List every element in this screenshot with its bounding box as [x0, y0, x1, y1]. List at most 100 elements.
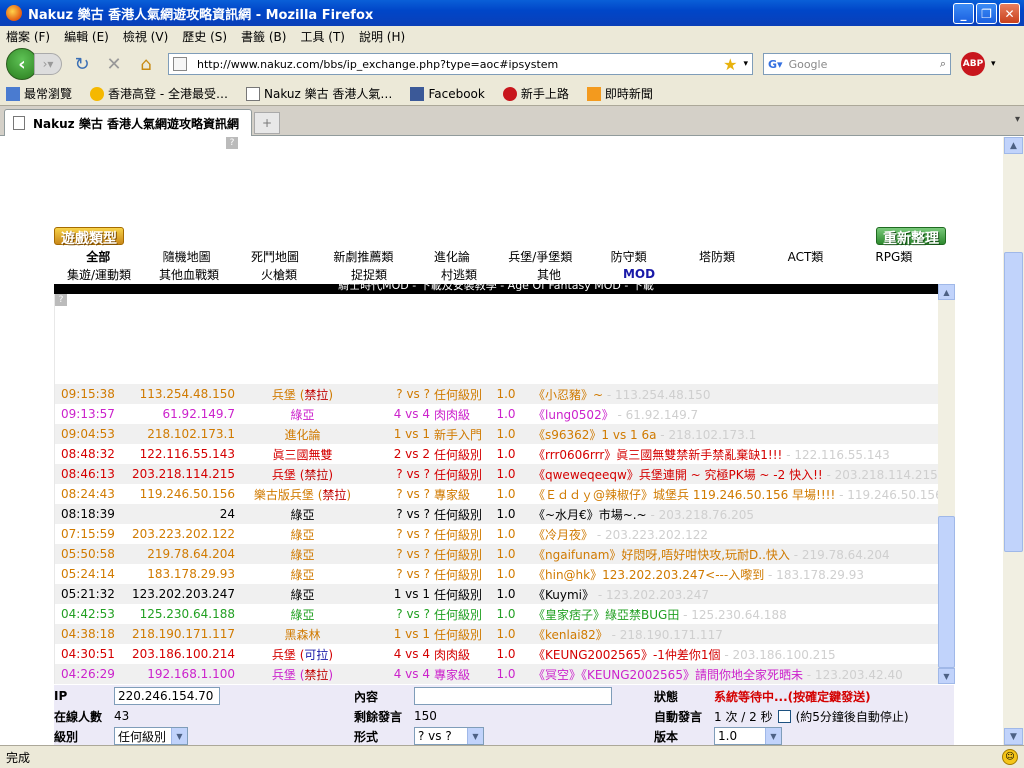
format-select[interactable]: ? vs ? ▼	[414, 727, 484, 745]
ip-input[interactable]: 220.246.154.70	[114, 687, 220, 705]
category-evolution[interactable]: 進化論	[408, 248, 496, 265]
auto-checkbox[interactable]	[777, 709, 791, 723]
room-message[interactable]: 《~水月€》市場~.~ - 203.218.76.205	[527, 506, 938, 523]
menu-history[interactable]: 歷史 (S)	[182, 28, 227, 45]
room-message[interactable]: 《qweweqeeqw》兵堡連開 ~ 究極PK場 ~ -2 快入!! - 203…	[527, 466, 938, 483]
search-box[interactable]: G▾ Google ⌕	[763, 53, 951, 75]
bookmark-most-visited[interactable]: 最常瀏覽	[6, 85, 72, 102]
category-all[interactable]: 全部	[54, 248, 142, 265]
room-message[interactable]: 《lung0502》 - 61.92.149.7	[527, 406, 938, 423]
room-row[interactable]: 08:18:39 24 綠亞 ? vs ? 任何級別 1.0 《~水月€》市場~.~ - 2…	[55, 504, 938, 524]
minimize-button[interactable]: _	[953, 3, 974, 24]
frame-scrollbar[interactable]: ▲ ▼	[938, 284, 955, 684]
room-vs: 1 vs 1	[393, 587, 430, 601]
scroll-down-icon[interactable]: ▼	[938, 668, 955, 684]
room-row[interactable]: 08:46:13 203.218.114.215 兵堡 (禁拉) ? vs ? 任何級別…	[55, 464, 938, 484]
abp-dropdown-icon[interactable]: ▾	[991, 59, 996, 69]
room-row[interactable]: 05:50:58 219.78.64.204 綠亞 ? vs ? 任何級別 1.0 《nga…	[55, 544, 938, 564]
category-new-recommended[interactable]: 新劇推薦類	[319, 248, 407, 265]
category-act[interactable]: ACT類	[761, 248, 849, 265]
room-message[interactable]: 《rrr0606rrr》眞三國無雙禁新手禁亂棄缺1!!! - 122.116.5…	[527, 446, 938, 463]
close-button[interactable]: ✕	[999, 3, 1020, 24]
menu-help[interactable]: 說明 (H)	[359, 28, 405, 45]
room-message[interactable]: 《小忍豬》~ - 113.254.48.150	[527, 386, 938, 403]
category-other-battle[interactable]: 其他血戰類	[144, 266, 234, 283]
category-mod[interactable]: MOD	[594, 267, 684, 281]
level-select[interactable]: 任何級別 ▼	[114, 727, 188, 745]
bookmark-getting-started[interactable]: 新手上路	[502, 85, 569, 102]
room-row[interactable]: 08:24:43 119.246.50.156 樂古版兵堡 (禁拉) ? vs ? 專家…	[55, 484, 938, 504]
menu-view[interactable]: 檢視 (V)	[123, 28, 168, 45]
mod-marquee[interactable]: 騎士時代MOD - 下載及安裝教學 - Age Of Fantasy MOD -…	[54, 284, 938, 294]
bookmark-nakuz[interactable]: Nakuz 樂古 香港人氣…	[245, 85, 392, 102]
maximize-button[interactable]: ❐	[976, 3, 997, 24]
menu-bookmarks[interactable]: 書籤 (B)	[241, 28, 286, 45]
room-message[interactable]: 《ngaifunam》好悶呀,唔好咁快攻,玩耐D..快入 - 219.78.64…	[527, 546, 938, 563]
room-message[interactable]: 《KEUNG2002565》-1仲差你1個 - 203.186.100.215	[527, 646, 938, 663]
bookmark-facebook[interactable]: Facebook	[410, 86, 485, 101]
refresh-button[interactable]: 重新整理	[876, 227, 946, 247]
menu-edit[interactable]: 編輯 (E)	[64, 28, 109, 45]
room-message[interactable]: 《Kuymi》 - 123.202.203.247	[527, 586, 938, 603]
content-input[interactable]	[414, 687, 612, 705]
tab-list-icon[interactable]: ▾	[1015, 114, 1020, 125]
category-catch[interactable]: 捉捉類	[324, 266, 414, 283]
menu-file[interactable]: 檔案 (F)	[6, 28, 50, 45]
room-row[interactable]: 09:13:57 61.92.149.7 綠亞 4 vs 4 肉肉級 1.0 《lung05…	[55, 404, 938, 424]
addon-smiley-icon[interactable]: ☺	[1002, 749, 1018, 765]
scroll-down-icon[interactable]: ▼	[1004, 728, 1023, 745]
room-row[interactable]: 04:30:51 203.186.100.214 兵堡 (可拉) 4 vs 4 肉肉級 1…	[55, 644, 938, 664]
room-message[interactable]: 《hin@hk》123.202.203.247<---入嚟到 - 183.178…	[527, 566, 938, 583]
home-icon[interactable]: ⌂	[134, 52, 158, 76]
room-row[interactable]: 08:48:32 122.116.55.143 眞三國無雙 2 vs 2 任何級別 1.0…	[55, 444, 938, 464]
scroll-up-icon[interactable]: ▲	[938, 284, 955, 300]
bookmark-hkgolden[interactable]: 香港高登 - 全港最受…	[90, 85, 228, 102]
category-other[interactable]: 其他	[504, 266, 594, 283]
category-defense[interactable]: 防守類	[584, 248, 672, 265]
category-tower-defense[interactable]: 塔防類	[673, 248, 761, 265]
room-row[interactable]: 05:21:32 123.202.203.247 綠亞 1 vs 1 任何級別 1.0 《K…	[55, 584, 938, 604]
stop-icon[interactable]: ✕	[102, 52, 126, 76]
version-select[interactable]: 1.0 ▼	[714, 727, 782, 745]
category-village-escape[interactable]: 村逃類	[414, 266, 504, 283]
room-message[interactable]: 《冥空》《KEUNG2002565》請問你地全家死晒未 - 123.203.42…	[527, 666, 938, 683]
room-row[interactable]: 04:42:53 125.230.64.188 綠亞 ? vs ? 任何級別 1.0 《皇家…	[55, 604, 938, 624]
scroll-thumb[interactable]	[938, 516, 955, 668]
room-row[interactable]: 04:38:18 218.190.171.117 黑森林 1 vs 1 任何級別 1.0 《…	[55, 624, 938, 644]
category-gun[interactable]: 火槍類	[234, 266, 324, 283]
page-scrollbar[interactable]: ▲ ▼	[1003, 137, 1024, 745]
room-version: 1.0	[496, 667, 516, 681]
room-row[interactable]: 09:15:38 113.254.48.150 兵堡 (禁拉) ? vs ? 任何級別 1…	[55, 384, 938, 404]
scroll-up-icon[interactable]: ▲	[1004, 137, 1023, 154]
category-random-map[interactable]: 隨機地圖	[142, 248, 230, 265]
bookmark-news[interactable]: 即時新聞	[586, 85, 653, 102]
reload-icon[interactable]: ↻	[70, 52, 94, 76]
room-message[interactable]: 《冷月夜》 - 203.223.202.122	[527, 526, 938, 543]
room-row[interactable]: 09:04:53 218.102.173.1 進化論 1 vs 1 新手入門 1.0 《s9…	[55, 424, 938, 444]
room-message[interactable]: 《Ｅｄｄｙ@辣椒仔》城堡兵 119.246.50.156 早場!!!! - 11…	[527, 486, 938, 503]
category-castle[interactable]: 兵堡/爭堡類	[496, 248, 584, 265]
auto-note: (約5分鐘後自動停止)	[795, 709, 909, 724]
scroll-thumb[interactable]	[1004, 252, 1023, 552]
room-message-text: 《Kuymi》	[533, 587, 595, 602]
adblock-icon[interactable]: ABP	[961, 52, 985, 76]
bookmark-star-icon[interactable]: ★	[723, 55, 737, 74]
tab-nakuz[interactable]: Nakuz 樂古 香港人氣網遊攻略資訊網	[4, 109, 252, 136]
room-host-ip: - 123.203.42.40	[802, 667, 903, 682]
search-icon[interactable]: ⌕	[940, 57, 946, 71]
room-row[interactable]: 04:26:29 192.168.1.100 兵堡 (禁拉) 4 vs 4 專家級 1.0…	[55, 664, 938, 684]
forward-button[interactable]: ›▾	[34, 53, 62, 75]
room-message[interactable]: 《皇家痞子》綠亞禁BUG田 - 125.230.64.188	[527, 606, 938, 623]
room-row[interactable]: 07:15:59 203.223.202.122 綠亞 ? vs ? 任何級別 1.0 《冷…	[55, 524, 938, 544]
new-tab-button[interactable]: +	[254, 112, 280, 134]
menu-tools[interactable]: 工具 (T)	[300, 28, 345, 45]
url-bar[interactable]: http://www.nakuz.com/bbs/ip_exchange.php…	[168, 53, 753, 75]
category-deathmatch[interactable]: 死鬥地圖	[231, 248, 319, 265]
category-rpg[interactable]: RPG類	[850, 248, 938, 265]
url-dropdown-icon[interactable]: ▾	[743, 59, 748, 69]
room-row[interactable]: 05:24:14 183.178.29.93 綠亞 ? vs ? 任何級別 1.0 《hin…	[55, 564, 938, 584]
room-message[interactable]: 《kenlai82》 - 218.190.171.117	[527, 626, 938, 643]
category-sports[interactable]: 集遊/運動類	[54, 266, 144, 283]
google-icon[interactable]: G▾	[768, 58, 783, 71]
room-message[interactable]: 《s96362》1 vs 1 6a - 218.102.173.1	[527, 426, 938, 443]
